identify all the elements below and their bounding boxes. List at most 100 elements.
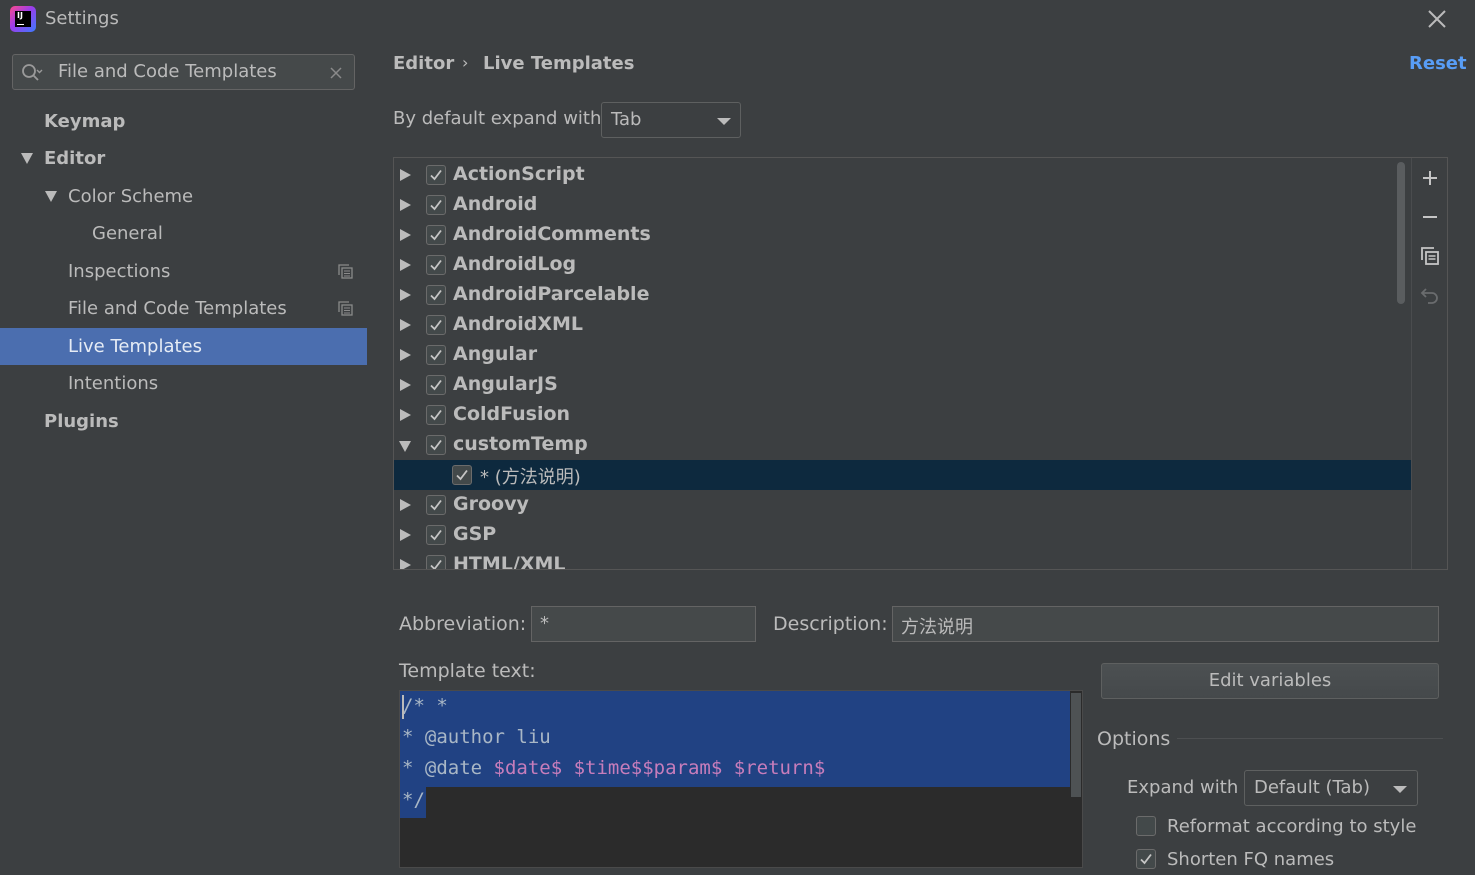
sidebar-item-inspections[interactable]: Inspections — [0, 253, 367, 290]
sidebar-item-intentions[interactable]: Intentions — [0, 365, 367, 402]
template-group[interactable]: Groovy — [394, 490, 1411, 520]
duplicate-icon[interactable] — [1420, 246, 1440, 266]
template-text-editor[interactable]: /* * * @author liu * @date $date$ $time$… — [399, 690, 1083, 868]
breadcrumb-separator-icon: › — [462, 53, 469, 72]
abbreviation-field[interactable]: * — [531, 606, 756, 642]
remove-icon[interactable] — [1420, 207, 1440, 227]
expand-arrow-icon[interactable] — [400, 349, 411, 361]
expand-arrow-icon[interactable] — [400, 199, 411, 211]
template-variable-time-param: $time$$param$ — [562, 757, 723, 779]
group-checkbox[interactable] — [426, 555, 446, 569]
expand-arrow-icon[interactable] — [400, 379, 411, 391]
template-group[interactable]: ColdFusion — [394, 400, 1411, 430]
group-checkbox[interactable] — [426, 405, 446, 425]
group-checkbox[interactable] — [426, 495, 446, 515]
checkmark-icon — [430, 229, 442, 241]
group-name: customTemp — [453, 433, 588, 455]
group-checkbox[interactable] — [426, 195, 446, 215]
expand-arrow-icon[interactable] — [400, 259, 411, 271]
sidebar-item-color-scheme[interactable]: Color Scheme — [0, 178, 367, 215]
template-text-label: Template text: — [399, 660, 536, 682]
editor-scrollbar[interactable] — [1071, 693, 1081, 797]
collapse-arrow-icon[interactable] — [399, 441, 411, 452]
template-variable-return: $return$ — [722, 757, 826, 779]
template-line: * @date $date$ $time$$param$ $return$ — [402, 757, 826, 779]
tree-scrollbar[interactable] — [1397, 162, 1405, 304]
template-group[interactable]: Angular — [394, 340, 1411, 370]
group-checkbox[interactable] — [426, 345, 446, 365]
add-icon[interactable] — [1420, 168, 1440, 188]
template-group[interactable]: HTML/XML — [394, 550, 1411, 569]
checkmark-icon — [1140, 853, 1152, 865]
group-name: AngularJS — [453, 373, 558, 395]
default-expand-label: By default expand with — [393, 108, 602, 129]
options-title: Options — [1097, 728, 1171, 750]
sidebar-item-plugins[interactable]: Plugins — [0, 403, 367, 440]
template-group[interactable]: AndroidLog — [394, 250, 1411, 280]
template-group[interactable]: AngularJS — [394, 370, 1411, 400]
template-item[interactable]: * (方法说明) — [394, 460, 1411, 490]
reformat-checkbox[interactable] — [1136, 816, 1156, 836]
expand-arrow-icon[interactable] — [400, 289, 411, 301]
checkmark-icon — [430, 259, 442, 271]
group-name: AndroidXML — [453, 313, 584, 335]
default-expand-dropdown[interactable]: Tab — [601, 102, 741, 138]
template-group[interactable]: customTemp — [394, 430, 1411, 460]
template-group[interactable]: ActionScript — [394, 160, 1411, 190]
template-group[interactable]: GSP — [394, 520, 1411, 550]
sidebar-item-file-and-code-templates[interactable]: File and Code Templates — [0, 290, 367, 327]
template-group[interactable]: Android — [394, 190, 1411, 220]
expand-arrow-icon[interactable] — [21, 153, 33, 164]
group-checkbox[interactable] — [426, 525, 446, 545]
close-icon[interactable] — [1426, 8, 1448, 30]
group-checkbox[interactable] — [426, 375, 446, 395]
sidebar-item-live-templates[interactable]: Live Templates — [0, 328, 367, 365]
reset-link[interactable]: Reset — [1409, 53, 1467, 74]
sidebar-item-general[interactable]: General — [0, 215, 367, 252]
checkmark-icon — [430, 439, 442, 451]
group-name: AndroidParcelable — [453, 283, 650, 305]
expand-arrow-icon[interactable] — [400, 499, 411, 511]
clear-search-icon[interactable] — [328, 65, 344, 81]
expand-arrow-icon[interactable] — [400, 529, 411, 541]
group-checkbox[interactable] — [426, 315, 446, 335]
checkmark-icon — [430, 499, 442, 511]
group-checkbox[interactable] — [426, 285, 446, 305]
expand-arrow-icon[interactable] — [400, 559, 411, 569]
template-line: * @author liu — [402, 726, 551, 748]
chevron-down-icon — [1393, 786, 1407, 793]
group-name: HTML/XML — [453, 553, 566, 569]
expand-arrow-icon[interactable] — [400, 169, 411, 181]
template-checkbox[interactable] — [452, 465, 472, 485]
template-variable-date: $date$ — [493, 757, 563, 779]
template-group[interactable]: AndroidXML — [394, 310, 1411, 340]
window-title: Settings — [45, 8, 119, 29]
breadcrumb-editor[interactable]: Editor — [393, 53, 454, 74]
group-checkbox[interactable] — [426, 435, 446, 455]
sidebar-item-keymap[interactable]: Keymap — [0, 103, 367, 140]
checkmark-icon — [456, 469, 468, 481]
expand-with-dropdown[interactable]: Default (Tab) — [1244, 770, 1418, 806]
template-line: /* * — [402, 695, 448, 717]
sidebar-item-editor[interactable]: Editor — [0, 140, 367, 177]
checkmark-icon — [430, 529, 442, 541]
live-templates-tree[interactable]: ActionScript Android AndroidComments Androi… — [393, 157, 1448, 570]
template-group[interactable]: AndroidParcelable — [394, 280, 1411, 310]
restore-defaults-icon[interactable] — [1420, 285, 1440, 305]
group-name: ColdFusion — [453, 403, 571, 425]
shorten-fq-checkbox[interactable] — [1136, 849, 1156, 869]
edit-variables-button[interactable]: Edit variables — [1101, 663, 1439, 699]
expand-arrow-icon[interactable] — [400, 229, 411, 241]
expand-arrow-icon[interactable] — [400, 319, 411, 331]
search-input[interactable]: File and Code Templates — [12, 54, 355, 90]
group-checkbox[interactable] — [426, 165, 446, 185]
description-field[interactable]: 方法说明 — [892, 606, 1439, 642]
checkmark-icon — [430, 319, 442, 331]
template-group[interactable]: AndroidComments — [394, 220, 1411, 250]
group-checkbox[interactable] — [426, 255, 446, 275]
text-caret — [402, 695, 404, 719]
tree-toolbar — [1411, 158, 1447, 569]
expand-arrow-icon[interactable] — [400, 409, 411, 421]
group-checkbox[interactable] — [426, 225, 446, 245]
expand-arrow-icon[interactable] — [45, 191, 57, 202]
